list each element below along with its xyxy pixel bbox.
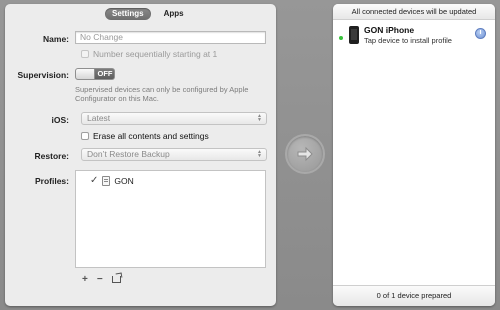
toggle-text: OFF (97, 69, 113, 78)
share-icon[interactable] (111, 276, 121, 283)
device-list: GON iPhone Tap device to install profile (333, 20, 495, 286)
restore-popup-value: Don’t Restore Backup (87, 149, 170, 159)
supervision-toggle[interactable]: OFF (75, 68, 115, 80)
restore-popup[interactable]: Don’t Restore Backup ▲ ▼ (81, 148, 267, 161)
number-sequentially-checkbox[interactable] (81, 50, 89, 58)
chevron-updown-icon: ▲ ▼ (257, 113, 262, 123)
device-item[interactable]: GON iPhone Tap device to install profile (333, 24, 495, 54)
profile-name: GON (114, 176, 134, 186)
segmented-control: Settings Apps (105, 7, 191, 20)
prepare-button[interactable] (285, 134, 325, 174)
supervision-label: Supervision: (17, 70, 69, 80)
chevron-updown-icon: ▲ ▼ (257, 149, 262, 159)
name-field[interactable]: No Change (75, 31, 266, 44)
tab-settings[interactable]: Settings (105, 7, 151, 20)
erase-label: Erase all contents and settings (93, 131, 209, 141)
status-dot-icon (339, 36, 343, 40)
remove-profile-button[interactable]: − (97, 274, 103, 285)
number-sequentially-label: Number sequentially starting at 1 (93, 49, 218, 59)
ios-popup[interactable]: Latest ▲ ▼ (81, 112, 267, 125)
supervision-note: Supervised devices can only be configure… (75, 85, 249, 103)
profiles-list[interactable]: ✓ GON (75, 170, 266, 268)
devices-footer: 0 of 1 device prepared (333, 285, 495, 306)
device-name: GON iPhone (364, 25, 415, 35)
checkmark-icon[interactable]: ✓ (90, 176, 98, 186)
toggle-knob (76, 69, 95, 79)
tab-apps[interactable]: Apps (157, 8, 191, 20)
profile-row[interactable]: ✓ GON (90, 175, 134, 187)
ios-label: iOS: (51, 115, 69, 125)
clock-icon (475, 28, 486, 39)
profiles-toolbar: + − (82, 274, 121, 285)
devices-panel: All connected devices will be updated GO… (333, 4, 495, 306)
certificate-icon (102, 176, 111, 186)
restore-label: Restore: (34, 151, 69, 161)
right-arrow-icon (297, 146, 313, 162)
settings-panel: Settings Apps Name: No Change Number seq… (5, 4, 276, 306)
device-subtitle: Tap device to install profile (364, 36, 452, 45)
erase-checkbox[interactable] (81, 132, 89, 140)
profiles-label: Profiles: (34, 176, 69, 186)
app-window: Settings Apps Name: No Change Number seq… (0, 0, 500, 310)
ios-popup-value: Latest (87, 113, 111, 123)
name-label: Name: (43, 34, 69, 44)
devices-header: All connected devices will be updated (333, 4, 495, 20)
iphone-icon (349, 26, 359, 44)
add-profile-button[interactable]: + (82, 274, 88, 285)
